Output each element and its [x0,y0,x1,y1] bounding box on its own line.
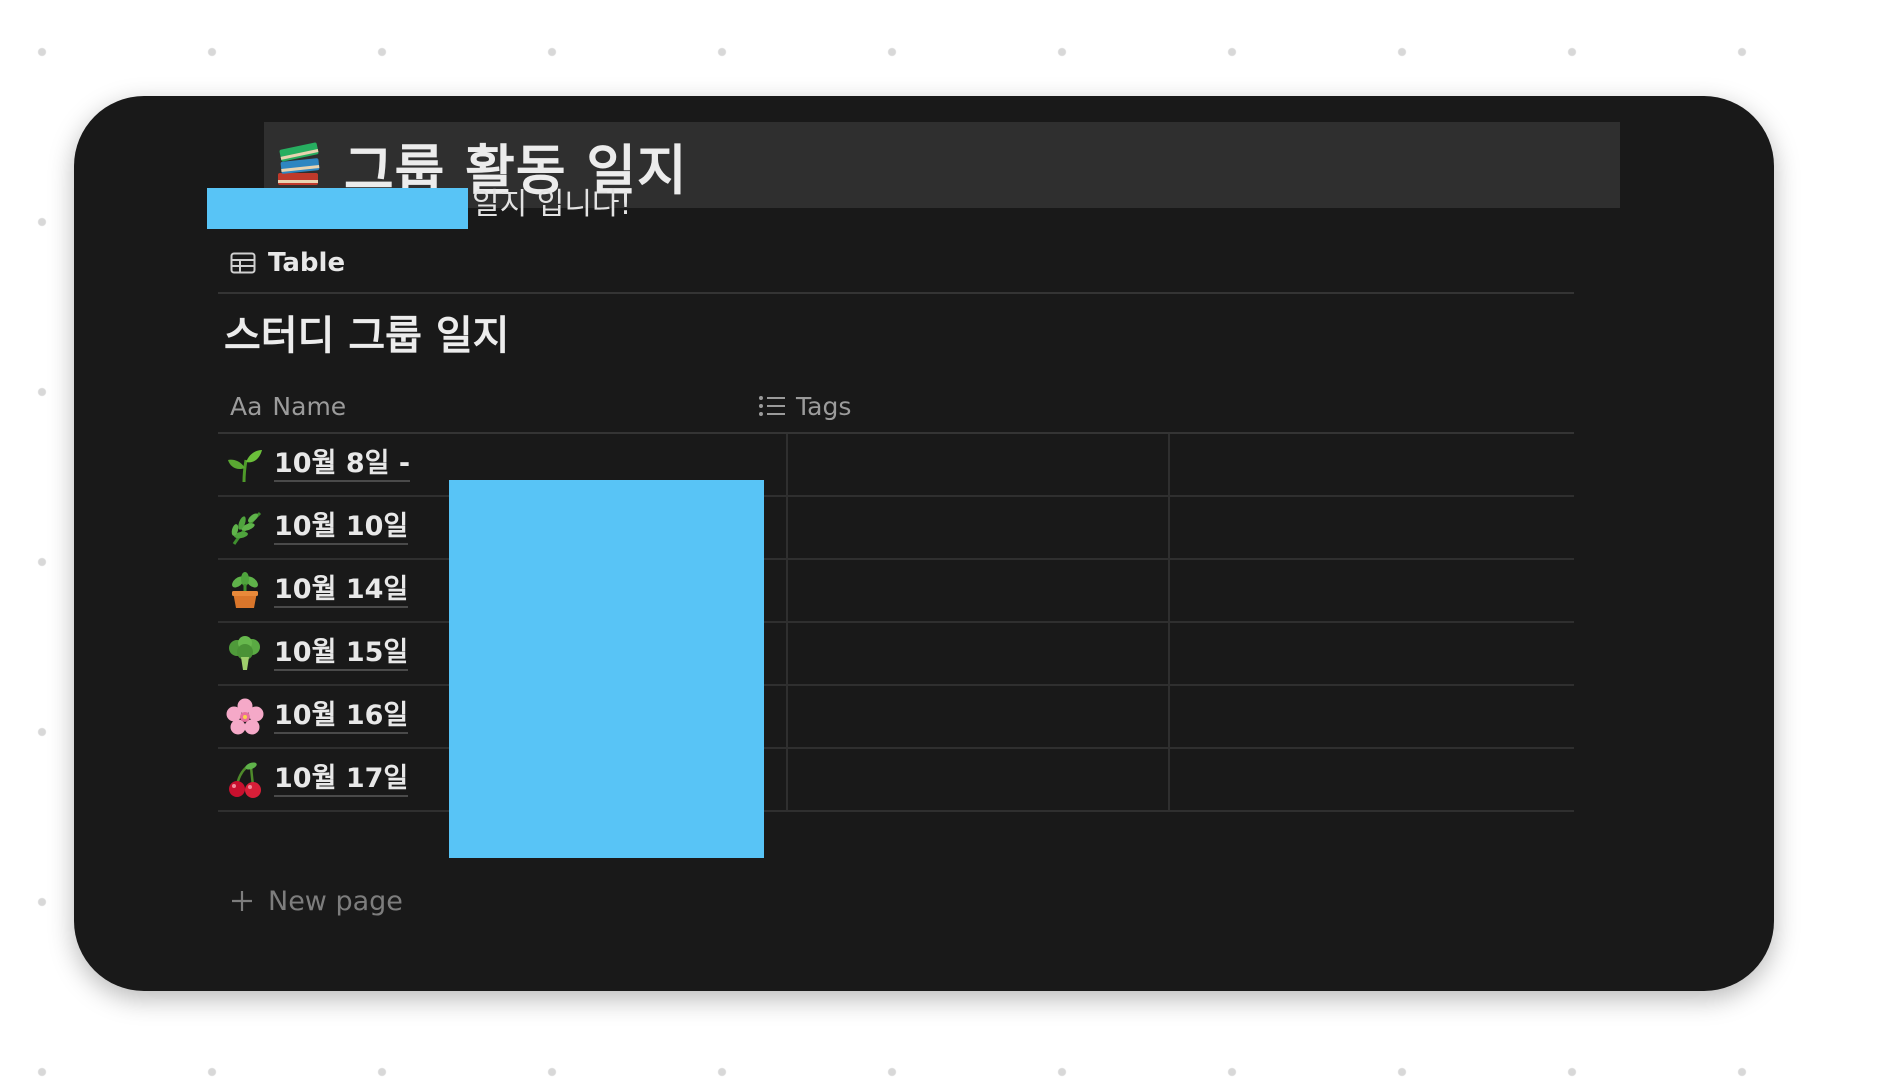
new-page-button[interactable]: New page [230,878,403,924]
view-divider [218,292,1574,294]
broccoli-icon [229,635,260,670]
row-title[interactable]: 10월 17일 [274,763,409,797]
row-title[interactable]: 10월 16일 [274,700,409,734]
books-icon [278,142,320,185]
seedling-icon [228,449,262,482]
column-header-tags[interactable]: Tags [758,380,851,432]
table-row[interactable]: 10월 10일 [218,497,1574,560]
table-row[interactable]: 10월 16일 [218,686,1574,749]
cherry-blossom-icon [226,698,264,734]
table-icon [230,252,256,274]
text-property-icon: Aa [230,391,263,421]
table-header-row: Aa Name Tags [218,380,1574,434]
herb-icon [231,511,262,545]
table-row[interactable]: 10월 17일 [218,749,1574,812]
table-row[interactable]: 10월 14일 [218,560,1574,623]
cherries-icon [229,762,261,798]
page-description[interactable]: 일지 입니다! [472,180,632,230]
column-divider [1168,434,1170,812]
view-tab-label: Table [268,248,346,278]
row-title[interactable]: 10월 14일 [274,574,409,608]
table-row[interactable]: 10월 8일 - [218,434,1574,497]
name-cell[interactable]: 10월 16일 [226,686,409,747]
row-title[interactable]: 10월 15일 [274,637,409,671]
row-title[interactable]: 10월 8일 - [274,448,411,482]
potted-plant-icon [232,571,258,608]
database-title[interactable]: 스터디 그룹 일지 [224,306,509,366]
row-title[interactable]: 10월 10일 [274,511,409,545]
column-header-name[interactable]: Aa Name [230,380,346,432]
table-row[interactable]: 10월 15일 [218,623,1574,686]
column-header-label: Name [272,391,347,421]
redacted-block [449,480,764,858]
name-cell[interactable]: 10월 14일 [226,560,409,621]
view-tab-table[interactable]: Table [230,243,345,283]
name-cell[interactable]: 10월 17일 [226,749,409,810]
new-page-label: New page [268,885,403,917]
column-divider [786,434,788,812]
notion-window: 그룹 활동 일지 일지 입니다! Table 스터디 그룹 일지 Aa Name [74,96,1774,991]
plus-icon [232,891,252,911]
redacted-block [207,188,468,229]
table-body: 10월 8일 - 10월 10일 10월 14일 10월 15일 10월 16일… [218,434,1574,812]
list-icon [759,396,785,416]
name-cell[interactable]: 10월 8일 - [226,434,411,495]
column-header-label: Tags [796,391,852,421]
name-cell[interactable]: 10월 10일 [226,497,409,558]
name-cell[interactable]: 10월 15일 [226,623,409,684]
